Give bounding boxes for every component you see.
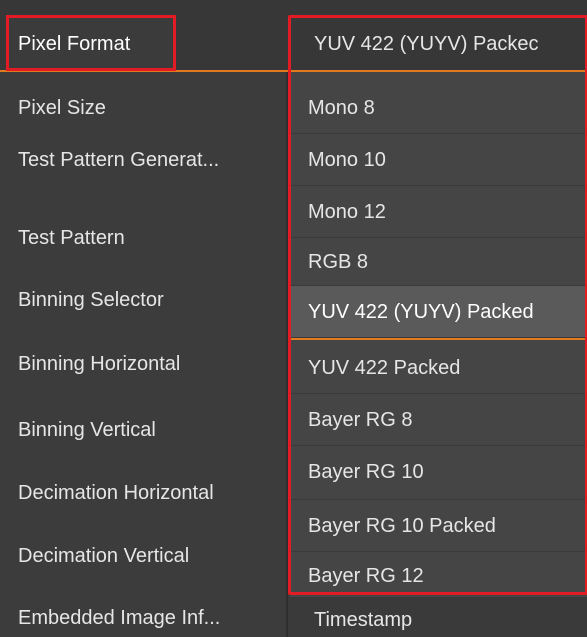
property-label-binning-horizontal: Binning Horizontal (18, 353, 181, 375)
property-label-decimation-vertical: Decimation Vertical (18, 545, 190, 567)
dropdown-option-mono-12[interactable]: Mono 12 (290, 186, 587, 238)
property-label-binning-selector: Binning Selector (18, 289, 164, 311)
column-divider (286, 0, 288, 637)
property-label-test-pattern: Test Pattern (18, 227, 125, 249)
dropdown-option-yuv-422-packed[interactable]: YUV 422 Packed (290, 340, 587, 394)
property-label-test-pattern-generator: Test Pattern Generat... (18, 149, 220, 171)
dropdown-option-label: Mono 8 (308, 97, 375, 119)
dropdown-option-label: RGB 8 (308, 251, 369, 273)
embedded-image-info-value[interactable]: Timestamp (314, 608, 412, 632)
property-grid: Pixel Format YUV 422 (YUYV) Packec Pixel… (0, 0, 587, 637)
property-label-pixel-size: Pixel Size (18, 97, 106, 119)
dropdown-option-label: Bayer RG 10 (308, 461, 424, 483)
dropdown-option-label: YUV 422 Packed (308, 357, 461, 379)
dropdown-option-bayer-rg-10-packed[interactable]: Bayer RG 10 Packed (290, 500, 587, 552)
pixel-format-label: Pixel Format (18, 33, 131, 55)
dropdown-option-bayer-rg-8[interactable]: Bayer RG 8 (290, 394, 587, 446)
dropdown-option-label: YUV 422 (YUYV) Packed (308, 301, 534, 323)
dropdown-option-mono-8[interactable]: Mono 8 (290, 82, 587, 134)
pixel-format-current-value[interactable]: YUV 422 (YUYV) Packec (314, 32, 539, 56)
dropdown-option-rgb-8[interactable]: RGB 8 (290, 238, 587, 286)
dropdown-option-mono-10[interactable]: Mono 10 (290, 134, 587, 186)
pixel-format-dropdown-list[interactable]: Mono 8 Mono 10 Mono 12 RGB 8 YUV 422 (YU… (290, 72, 587, 598)
dropdown-option-bayer-rg-12[interactable]: Bayer RG 12 (290, 552, 587, 598)
dropdown-option-label: Bayer RG 12 (308, 565, 424, 587)
property-label-embedded-image-info: Embedded Image Inf... (18, 607, 221, 629)
dropdown-option-bayer-rg-10[interactable]: Bayer RG 10 (290, 446, 587, 500)
dropdown-option-label: Mono 12 (308, 201, 386, 223)
dropdown-option-yuv-422-yuyv-packed[interactable]: YUV 422 (YUYV) Packed (290, 286, 587, 338)
dropdown-option-label: Bayer RG 10 Packed (308, 515, 496, 537)
property-label-binning-vertical: Binning Vertical (18, 419, 156, 441)
selected-option-accent (290, 338, 587, 340)
property-label-decimation-horizontal: Decimation Horizontal (18, 482, 214, 504)
dropdown-option-label: Bayer RG 8 (308, 409, 413, 431)
dropdown-option-label: Mono 10 (308, 149, 386, 171)
